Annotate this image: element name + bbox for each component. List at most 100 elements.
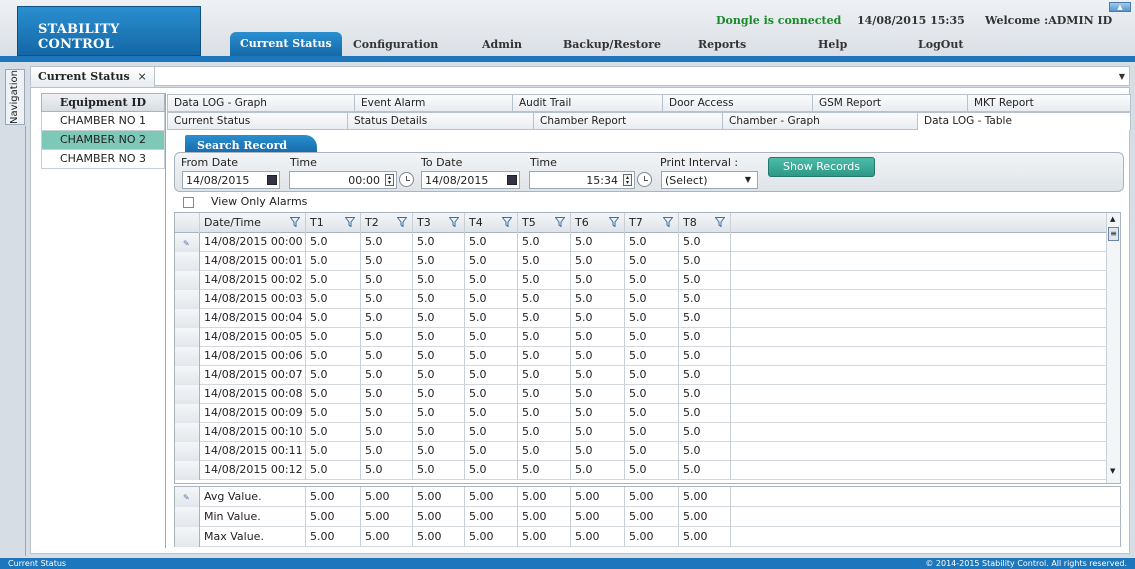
clock-icon[interactable] xyxy=(637,172,652,187)
cell-t4: 5.0 xyxy=(465,271,518,290)
tab-list-dropdown-icon[interactable]: ▼ xyxy=(1119,72,1125,81)
document-tab-bar: Current Status × ▼ xyxy=(30,66,1130,87)
tab-event-alarm[interactable]: Event Alarm xyxy=(355,94,513,112)
clock-icon[interactable] xyxy=(399,172,414,187)
calendar-icon[interactable] xyxy=(507,175,517,185)
tab-gsm-report[interactable]: GSM Report xyxy=(813,94,968,112)
tab-chamber-report[interactable]: Chamber Report xyxy=(534,112,723,130)
scroll-up-icon[interactable]: ▲ xyxy=(1110,215,1115,223)
filter-icon[interactable] xyxy=(345,217,355,227)
table-row[interactable]: 14/08/2015 00:09 5.0 5.0 5.0 5.0 5.0 5.0 5.0 5.0 xyxy=(175,404,1120,423)
column-header-t6[interactable]: T6 xyxy=(571,213,625,233)
tab-data-log-table[interactable]: Data LOG - Table xyxy=(918,112,1131,130)
table-row[interactable]: 14/08/2015 00:05 5.0 5.0 5.0 5.0 5.0 5.0 5.0 5.0 xyxy=(175,328,1120,347)
nav-configuration[interactable]: Configuration xyxy=(353,38,438,51)
filter-icon[interactable] xyxy=(502,217,512,227)
chevron-down-icon: ▼ xyxy=(744,175,751,184)
row-selector[interactable] xyxy=(175,461,200,480)
table-row[interactable]: ✎ 14/08/2015 00:00 5.0 5.0 5.0 5.0 5.0 5.0 5.0 5.… xyxy=(175,233,1120,252)
column-header-t3[interactable]: T3 xyxy=(413,213,465,233)
tab-chamber-graph[interactable]: Chamber - Graph xyxy=(723,112,918,130)
column-header-t2[interactable]: T2 xyxy=(361,213,413,233)
column-header-t7[interactable]: T7 xyxy=(625,213,679,233)
row-selector[interactable] xyxy=(175,527,200,547)
row-selector[interactable] xyxy=(175,309,200,328)
filter-icon[interactable] xyxy=(663,217,673,227)
row-selector[interactable] xyxy=(175,404,200,423)
cell-t7: 5.0 xyxy=(625,366,679,385)
scroll-down-icon[interactable]: ▼ xyxy=(1110,467,1115,475)
tab-door-access[interactable]: Door Access xyxy=(663,94,813,112)
tab-data-log-graph[interactable]: Data LOG - Graph xyxy=(167,94,355,112)
nav-admin[interactable]: Admin xyxy=(482,38,522,51)
filter-icon[interactable] xyxy=(449,217,459,227)
tab-audit-trail[interactable]: Audit Trail xyxy=(513,94,663,112)
cell-t6: 5.0 xyxy=(571,423,625,442)
filter-icon[interactable] xyxy=(609,217,619,227)
row-selector[interactable] xyxy=(175,366,200,385)
tab-mkt-report[interactable]: MKT Report xyxy=(968,94,1131,112)
filter-icon[interactable] xyxy=(555,217,565,227)
cell-t1: 5.0 xyxy=(306,252,361,271)
print-interval-select[interactable]: (Select) ▼ xyxy=(661,171,758,189)
column-header-date-time[interactable]: Date/Time xyxy=(200,213,306,233)
column-header-t8[interactable]: T8 xyxy=(679,213,731,233)
table-row[interactable]: 14/08/2015 00:12 5.0 5.0 5.0 5.0 5.0 5.0 5.0 5.0 xyxy=(175,461,1120,480)
from-time-input[interactable]: 00:00 ▴ ▾ xyxy=(289,171,397,189)
from-date-input[interactable]: 14/08/2015 xyxy=(182,171,280,189)
calendar-icon[interactable] xyxy=(267,175,277,185)
table-row[interactable]: 14/08/2015 00:02 5.0 5.0 5.0 5.0 5.0 5.0 5.0 5.0 xyxy=(175,271,1120,290)
equipment-item-chamber-1[interactable]: CHAMBER NO 1 xyxy=(41,112,165,131)
row-selector[interactable] xyxy=(175,252,200,271)
row-selector[interactable] xyxy=(175,290,200,309)
equipment-item-chamber-3[interactable]: CHAMBER NO 3 xyxy=(41,150,165,169)
nav-current-status[interactable]: Current Status xyxy=(230,32,342,57)
tab-current-status[interactable]: Current Status xyxy=(167,112,348,130)
column-header-label: T3 xyxy=(417,216,431,229)
row-selector[interactable] xyxy=(175,423,200,442)
table-row[interactable]: 14/08/2015 00:06 5.0 5.0 5.0 5.0 5.0 5.0 5.0 5.0 xyxy=(175,347,1120,366)
summary-value-t4: 5.00 xyxy=(465,527,518,547)
row-selector[interactable]: ✎ xyxy=(175,487,200,507)
table-row[interactable]: 14/08/2015 00:03 5.0 5.0 5.0 5.0 5.0 5.0 5.0 5.0 xyxy=(175,290,1120,309)
row-selector[interactable] xyxy=(175,385,200,404)
table-row[interactable]: 14/08/2015 00:01 5.0 5.0 5.0 5.0 5.0 5.0 5.0 5.0 xyxy=(175,252,1120,271)
row-selector[interactable] xyxy=(175,507,200,527)
show-records-button[interactable]: Show Records xyxy=(768,157,875,177)
filter-icon[interactable] xyxy=(397,217,407,227)
view-only-alarms-checkbox[interactable] xyxy=(183,197,194,208)
row-selector[interactable]: ✎ xyxy=(175,233,200,252)
cell-t1: 5.0 xyxy=(306,366,361,385)
row-selector[interactable] xyxy=(175,347,200,366)
tab-status-details[interactable]: Status Details xyxy=(348,112,534,130)
table-row[interactable]: 14/08/2015 00:04 5.0 5.0 5.0 5.0 5.0 5.0 5.0 5.0 xyxy=(175,309,1120,328)
collapse-header-button[interactable]: ▲ xyxy=(1109,2,1131,12)
row-selector[interactable] xyxy=(175,271,200,290)
filter-icon[interactable] xyxy=(715,217,725,227)
nav-logout[interactable]: LogOut xyxy=(918,38,963,51)
row-selector[interactable] xyxy=(175,328,200,347)
close-icon[interactable]: × xyxy=(138,70,147,83)
vertical-scrollbar[interactable]: ▲ ≡ ▼ xyxy=(1106,213,1120,483)
to-time-input[interactable]: 15:34 ▴ ▾ xyxy=(529,171,635,189)
table-row[interactable]: 14/08/2015 00:10 5.0 5.0 5.0 5.0 5.0 5.0 5.0 5.0 xyxy=(175,423,1120,442)
filter-icon[interactable] xyxy=(290,217,300,227)
document-tab-current-status[interactable]: Current Status × xyxy=(31,67,155,87)
column-header-t1[interactable]: T1 xyxy=(306,213,361,233)
table-row[interactable]: 14/08/2015 00:07 5.0 5.0 5.0 5.0 5.0 5.0 5.0 5.0 xyxy=(175,366,1120,385)
table-row[interactable]: 14/08/2015 00:08 5.0 5.0 5.0 5.0 5.0 5.0 5.0 5.0 xyxy=(175,385,1120,404)
table-row[interactable]: 14/08/2015 00:11 5.0 5.0 5.0 5.0 5.0 5.0 5.0 5.0 xyxy=(175,442,1120,461)
column-header-t4[interactable]: T4 xyxy=(465,213,518,233)
to-date-input[interactable]: 14/08/2015 xyxy=(421,171,520,189)
time-spinner-icon[interactable]: ▴ ▾ xyxy=(385,174,394,186)
nav-help[interactable]: Help xyxy=(818,38,847,51)
row-selector[interactable] xyxy=(175,442,200,461)
navigation-toggle[interactable]: Navigation xyxy=(5,69,25,125)
scroll-thumb[interactable]: ≡ xyxy=(1108,227,1119,241)
time-spinner-icon[interactable]: ▴ ▾ xyxy=(623,174,632,186)
nav-reports[interactable]: Reports xyxy=(698,38,746,51)
document-tab-label: Current Status xyxy=(38,70,130,83)
column-header-t5[interactable]: T5 xyxy=(518,213,571,233)
nav-backup-restore[interactable]: Backup/Restore xyxy=(563,38,661,51)
equipment-item-chamber-2[interactable]: CHAMBER NO 2 xyxy=(41,131,165,150)
